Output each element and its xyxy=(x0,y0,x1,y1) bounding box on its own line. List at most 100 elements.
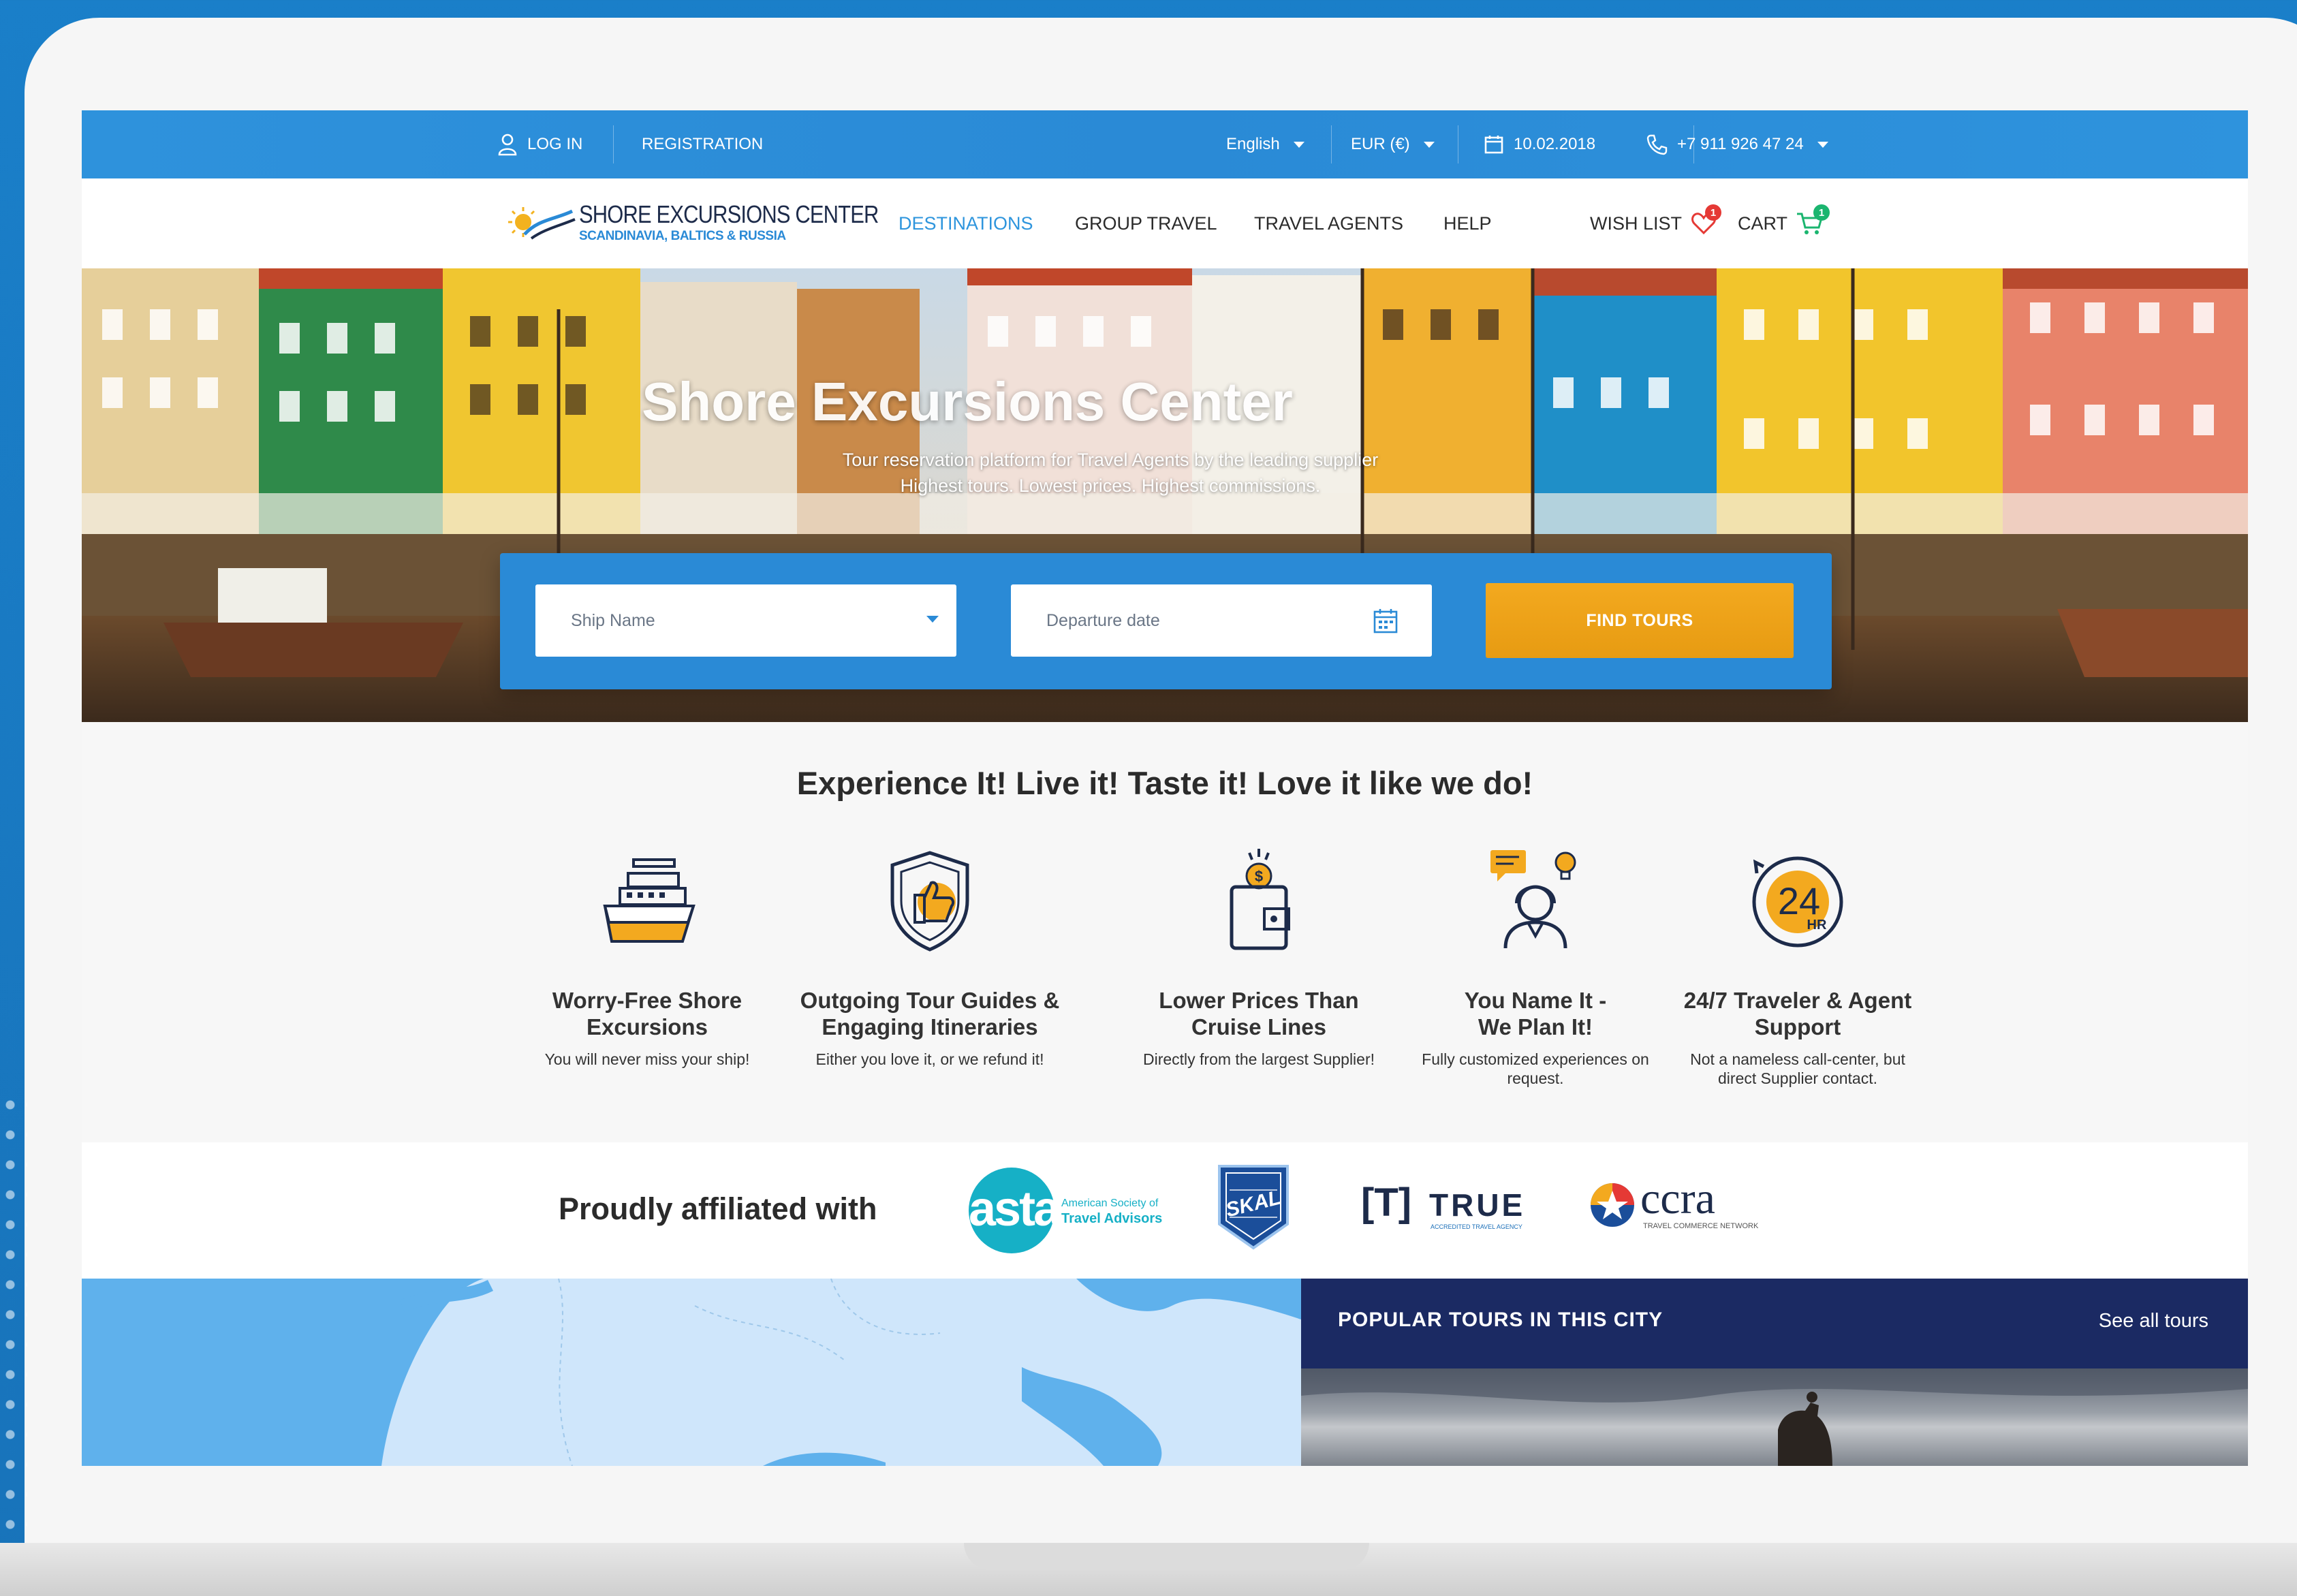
feature-item: $ Lower Prices Than Cruise Lines Directly… xyxy=(1129,846,1388,1069)
destinations-map[interactable] xyxy=(82,1279,1301,1466)
affiliations-title: Proudly affiliated with xyxy=(559,1191,877,1226)
hero-banner: Shore Excursions Center Tour reservation… xyxy=(82,268,2248,722)
registration-label: REGISTRATION xyxy=(642,135,764,153)
feature-item: You Name It - We Plan It! Fully customize… xyxy=(1406,846,1665,1088)
ccra-logo[interactable]: ccra TRAVEL COMMERCE NETWORK xyxy=(1589,1173,1766,1241)
feature-description: request. xyxy=(1507,1069,1564,1087)
true-bracket-mark: [T] xyxy=(1361,1180,1412,1225)
chevron-down-icon xyxy=(1817,141,1828,148)
support-24-icon: 24 HR xyxy=(1752,856,1843,948)
true-wordmark: TRUE xyxy=(1429,1187,1526,1223)
calendar-icon xyxy=(1373,609,1398,633)
language-value: English xyxy=(1226,135,1280,153)
ccra-wordmark: ccra xyxy=(1640,1174,1715,1223)
language-select[interactable]: English xyxy=(1226,110,1304,178)
popular-tours-header: POPULAR TOURS IN THIS CITY See all tours xyxy=(1301,1279,2248,1368)
statue-silhouette xyxy=(1301,1368,2248,1466)
tagline: Experience It! Live it! Taste it! Love i… xyxy=(796,765,1533,801)
website-screen: LOG IN REGISTRATION English EUR (€) 10.0… xyxy=(82,110,2248,1466)
ship-name-select[interactable]: Ship Name xyxy=(535,584,956,657)
asta-logo[interactable]: asta American Society of Travel Advisors xyxy=(967,1166,1172,1255)
agent-idea-icon xyxy=(1490,850,1576,949)
ship-name-placeholder: Ship Name xyxy=(571,610,655,630)
popular-tours-panel: POPULAR TOURS IN THIS CITY See all tours xyxy=(1301,1279,2248,1466)
feature-item: Worry-Free Shore Excursions You will neve… xyxy=(518,846,777,1069)
cart-link[interactable]: CART 1 xyxy=(1738,178,1830,268)
feature-title: Engaging Itineraries xyxy=(822,1014,1038,1039)
feature-description: Fully customized experiences on xyxy=(1422,1050,1649,1068)
departure-date-placeholder: Departure date xyxy=(1046,610,1160,630)
feature-description: Not a nameless call-center, but xyxy=(1690,1050,1905,1068)
divider xyxy=(1331,125,1332,163)
asta-subtitle: American Society of xyxy=(1061,1198,1159,1209)
feature-item: 24 HR 24/7 Traveler & Agent Support Not a… xyxy=(1668,846,1927,1088)
currency-select[interactable]: EUR (€) xyxy=(1351,110,1435,178)
feature-title: Worry-Free Shore xyxy=(552,988,743,1013)
asta-subtitle: Travel Advisors xyxy=(1061,1211,1163,1226)
cart-label: CART xyxy=(1738,213,1788,234)
tour-search-form: Ship Name Departure date FIND TOURS xyxy=(500,553,1832,689)
feature-title: 24/7 Traveler & Agent xyxy=(1683,988,1912,1013)
user-icon xyxy=(498,134,517,156)
asta-wordmark: asta xyxy=(969,1182,1061,1236)
map-graphic xyxy=(82,1279,1301,1466)
phone-value: +7 911 926 47 24 xyxy=(1677,135,1804,153)
popular-tours-title: POPULAR TOURS IN THIS CITY xyxy=(1338,1309,1663,1331)
phone-icon xyxy=(1646,134,1668,155)
feature-title: Outgoing Tour Guides & xyxy=(800,988,1060,1013)
nav-help[interactable]: HELP xyxy=(1443,178,1492,268)
affiliations-section: Proudly affiliated with asta American So… xyxy=(82,1142,2248,1279)
wish-list-link[interactable]: WISH LIST 1 xyxy=(1590,178,1722,268)
ccra-subtitle: TRAVEL COMMERCE NETWORK xyxy=(1643,1222,1759,1230)
date-display[interactable]: 10.02.2018 xyxy=(1484,110,1595,178)
wish-list-label: WISH LIST xyxy=(1590,213,1683,234)
laptop-notch xyxy=(964,1543,1369,1570)
login-label: LOG IN xyxy=(527,135,583,153)
main-navigation: SHORE EXCURSIONS CENTER SCANDINAVIA, BAL… xyxy=(82,178,2248,268)
true-subtitle: ACCREDITED TRAVEL AGENCY xyxy=(1431,1223,1522,1230)
hero-subtitle-line-2: Highest tours. Lowest prices. Highest co… xyxy=(900,475,1321,496)
hero-title: Shore Excursions Center xyxy=(642,371,1293,432)
nav-group-travel[interactable]: GROUP TRAVEL xyxy=(1075,178,1217,268)
feature-description: direct Supplier contact. xyxy=(1718,1069,1877,1087)
feature-title: Excursions xyxy=(587,1014,708,1039)
nav-destinations[interactable]: DESTINATIONS xyxy=(899,178,1033,268)
feature-title: Support xyxy=(1754,1014,1841,1039)
ship-icon xyxy=(603,858,696,943)
ccra-star-logo xyxy=(1591,1183,1634,1227)
feature-title: Cruise Lines xyxy=(1191,1014,1327,1039)
feature-description: Either you love it, or we refund it! xyxy=(815,1050,1044,1068)
feature-title: You Name It - xyxy=(1464,988,1607,1013)
departure-date-input[interactable]: Departure date xyxy=(1011,584,1432,657)
divider xyxy=(613,125,614,163)
registration-link[interactable]: REGISTRATION xyxy=(642,110,763,178)
true-logo[interactable]: [T] TRUE ACCREDITED TRAVEL AGENCY xyxy=(1361,1180,1525,1241)
shield-thumb-icon xyxy=(890,851,969,952)
calendar-icon xyxy=(1484,136,1503,154)
chevron-down-icon xyxy=(926,616,939,623)
feature-title: We Plan It! xyxy=(1478,1014,1593,1039)
decorative-dots xyxy=(0,1090,27,1567)
see-all-tours-link[interactable]: See all tours xyxy=(2099,1310,2208,1332)
find-tours-button[interactable]: FIND TOURS xyxy=(1486,583,1794,658)
top-bar: LOG IN REGISTRATION English EUR (€) 10.0… xyxy=(82,110,2248,178)
sun-wave-logo-icon xyxy=(508,207,576,240)
login-link[interactable]: LOG IN xyxy=(497,110,582,178)
site-logo[interactable]: SHORE EXCURSIONS CENTER SCANDINAVIA, BAL… xyxy=(504,199,879,247)
date-value: 10.02.2018 xyxy=(1514,135,1596,153)
chevron-down-icon xyxy=(1423,141,1435,148)
chevron-down-icon xyxy=(1293,141,1304,148)
svg-text:24: 24 xyxy=(1778,879,1820,922)
svg-text:$: $ xyxy=(1255,868,1263,885)
tour-photo[interactable] xyxy=(1301,1368,2248,1466)
cart-count-badge: 1 xyxy=(1813,204,1830,221)
logo-subtitle: SCANDINAVIA, BALTICS & RUSSIA xyxy=(579,229,786,243)
hero-subtitle: Tour reservation platform for Travel Age… xyxy=(811,447,1410,499)
wish-count-badge: 1 xyxy=(1705,204,1722,221)
feature-item: Outgoing Tour Guides & Engaging Itinerari… xyxy=(783,846,1076,1069)
phone-select[interactable]: +7 911 926 47 24 xyxy=(1646,110,1828,178)
nav-travel-agents[interactable]: TRAVEL AGENTS xyxy=(1254,178,1403,268)
wallet-icon: $ xyxy=(1230,849,1290,950)
skal-logo[interactable]: SKAL xyxy=(1216,1163,1291,1251)
feature-description: You will never miss your ship! xyxy=(544,1050,750,1068)
